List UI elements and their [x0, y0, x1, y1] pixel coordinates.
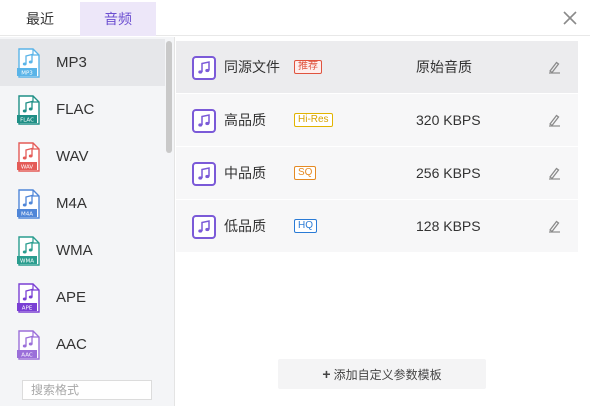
- pencil-icon: [549, 167, 560, 180]
- add-custom-template-button[interactable]: + 添加自定义参数模板: [278, 359, 486, 389]
- quality-name: 低品质: [224, 218, 266, 234]
- quality-bitrate: 256 KBPS: [416, 165, 481, 181]
- music-note-icon: [192, 56, 216, 80]
- quality-badge: Hi-Res: [294, 113, 333, 127]
- edit-button[interactable]: [546, 218, 562, 234]
- format-label: M4A: [56, 195, 87, 212]
- quality-bitrate: 原始音质: [416, 59, 472, 75]
- format-item-flac[interactable]: FLAC FLAC: [0, 86, 165, 133]
- quality-badge: HQ: [294, 219, 317, 233]
- mp3-file-icon: MP3: [16, 47, 42, 78]
- format-item-ape[interactable]: APE APE: [0, 274, 165, 321]
- tab-recent[interactable]: 最近: [2, 2, 78, 36]
- close-button[interactable]: [558, 6, 582, 30]
- format-item-wma[interactable]: WMA WMA: [0, 227, 165, 274]
- top-tab-bar: 最近 音频: [0, 0, 590, 36]
- edit-button[interactable]: [546, 165, 562, 181]
- m4a-file-icon: M4A: [16, 188, 42, 219]
- quality-row-source[interactable]: 同源文件 推荐 原始音质: [176, 41, 578, 93]
- close-icon: [563, 11, 577, 25]
- aac-file-icon: AAC: [16, 329, 42, 360]
- format-item-mp3[interactable]: MP3 MP3: [0, 39, 165, 86]
- format-label: WAV: [56, 148, 89, 165]
- format-label: FLAC: [56, 101, 95, 118]
- edit-button[interactable]: [546, 112, 562, 128]
- quality-row-high[interactable]: 高品质 Hi-Res 320 KBPS: [176, 94, 578, 146]
- file-type-tag: M4A: [21, 211, 33, 217]
- file-type-tag: WAV: [21, 164, 34, 170]
- quality-panel: 同源文件 推荐 原始音质 高品质 Hi-Res 320 KBPS 中品质 SQ …: [176, 37, 590, 406]
- quality-name: 同源文件: [224, 59, 280, 75]
- quality-name: 高品质: [224, 112, 266, 128]
- file-type-tag: MP3: [21, 70, 33, 76]
- file-type-tag: APE: [22, 305, 33, 311]
- music-note-icon: [192, 109, 216, 133]
- quality-row-low[interactable]: 低品质 HQ 128 KBPS: [176, 200, 578, 252]
- pencil-icon: [549, 220, 560, 233]
- format-item-m4a[interactable]: M4A M4A: [0, 180, 165, 227]
- format-label: APE: [56, 289, 87, 306]
- ape-file-icon: APE: [16, 282, 42, 313]
- file-type-tag: AAC: [21, 352, 33, 358]
- quality-row-medium[interactable]: 中品质 SQ 256 KBPS: [176, 147, 578, 199]
- quality-bitrate: 128 KBPS: [416, 218, 481, 234]
- pencil-icon: [549, 114, 560, 127]
- flac-file-icon: FLAC: [16, 94, 42, 125]
- format-label: MP3: [56, 54, 87, 71]
- sidebar-scrollbar[interactable]: [166, 41, 172, 153]
- file-type-tag: WMA: [20, 258, 34, 264]
- quality-name: 中品质: [224, 165, 266, 181]
- format-label: WMA: [56, 242, 93, 259]
- edit-button[interactable]: [546, 59, 562, 75]
- format-search-input[interactable]: [22, 380, 152, 400]
- format-sidebar: MP3 MP3 FLAC FLAC WAV WAV M4A M4A WMA WM…: [0, 37, 175, 406]
- quality-badge: 推荐: [294, 60, 322, 74]
- file-type-tag: FLAC: [20, 117, 34, 123]
- tab-audio[interactable]: 音频: [80, 2, 156, 36]
- pencil-icon: [549, 61, 560, 74]
- quality-badge: SQ: [294, 166, 317, 180]
- format-item-aac[interactable]: AAC AAC: [0, 321, 165, 367]
- wav-file-icon: WAV: [16, 141, 42, 172]
- wma-file-icon: WMA: [16, 235, 42, 266]
- plus-icon: +: [322, 366, 331, 382]
- music-note-icon: [192, 215, 216, 239]
- music-note-icon: [192, 162, 216, 186]
- quality-bitrate: 320 KBPS: [416, 112, 481, 128]
- add-template-label: 添加自定义参数模板: [333, 367, 442, 382]
- format-list: MP3 MP3 FLAC FLAC WAV WAV M4A M4A WMA WM…: [0, 39, 165, 367]
- format-item-wav[interactable]: WAV WAV: [0, 133, 165, 180]
- format-label: AAC: [56, 336, 87, 353]
